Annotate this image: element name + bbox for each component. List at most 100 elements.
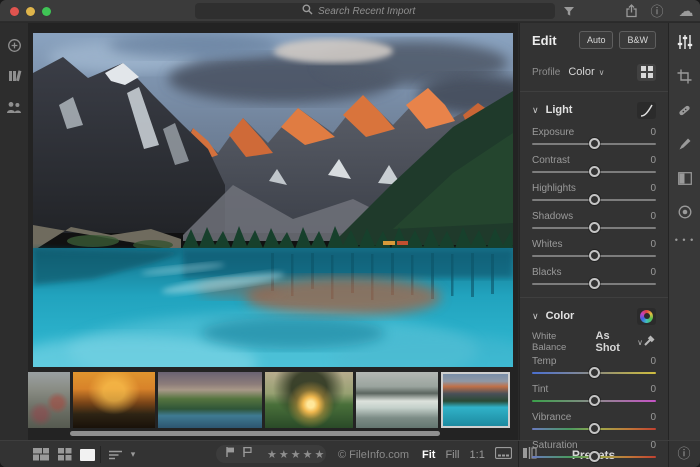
photo-grid-view-icon[interactable] xyxy=(30,441,52,467)
vibrance-slider-knob[interactable] xyxy=(589,423,600,434)
crop-icon[interactable] xyxy=(669,61,700,91)
slider-temp: Temp 0 xyxy=(532,355,656,378)
filmstrip-thumbnail-rocky-path[interactable] xyxy=(28,372,70,428)
my-photos-icon[interactable] xyxy=(0,62,28,90)
vibrance-slider[interactable] xyxy=(532,423,656,434)
watermark-text: © FileInfo.com xyxy=(338,441,409,467)
contrast-slider-knob[interactable] xyxy=(589,166,600,177)
detail-view-icon-active[interactable] xyxy=(76,441,98,467)
filter-funnel-icon[interactable] xyxy=(560,0,578,22)
shadows-slider[interactable] xyxy=(532,222,656,233)
slider-exposure: Exposure0 xyxy=(532,126,656,149)
edit-sliders-icon-active[interactable] xyxy=(669,27,700,57)
color-mixer-icon[interactable] xyxy=(637,308,656,325)
exposure-slider[interactable] xyxy=(532,138,656,149)
slider-label: Temp xyxy=(532,356,556,367)
slider-value: 0 xyxy=(650,183,656,194)
temp-slider[interactable] xyxy=(532,367,656,378)
exposure-slider-knob[interactable] xyxy=(589,138,600,149)
info-icon[interactable]: ⓘ xyxy=(648,0,666,22)
star-rating[interactable]: ★★★★★ xyxy=(267,448,326,461)
contrast-slider[interactable] xyxy=(532,166,656,177)
saturation-slider[interactable] xyxy=(532,451,656,462)
cloud-sync-icon[interactable]: ☁ xyxy=(675,0,697,22)
zoom-fill-button[interactable]: Fill xyxy=(445,449,459,461)
slider-value: 0 xyxy=(650,239,656,250)
slider-blacks: Blacks 0 xyxy=(532,266,656,289)
close-window-button[interactable] xyxy=(10,7,19,16)
filmstrip-toggle-icon[interactable] xyxy=(495,446,512,464)
slider-value: 0 xyxy=(650,211,656,222)
slider-value: 0 xyxy=(650,384,656,395)
tint-slider-knob[interactable] xyxy=(589,395,600,406)
radial-gradient-icon[interactable] xyxy=(669,197,700,227)
blacks-slider-knob[interactable] xyxy=(589,278,600,289)
filmstrip-thumbnail-tree-sunburst[interactable] xyxy=(265,372,353,428)
slider-tint: Tint 0 xyxy=(532,383,656,406)
zoom-window-button[interactable] xyxy=(42,7,51,16)
share-icon[interactable] xyxy=(622,0,640,22)
slider-label: Blacks xyxy=(532,267,561,278)
search-field[interactable] xyxy=(195,3,555,19)
slider-value: 0 xyxy=(650,356,656,367)
people-icon[interactable] xyxy=(0,93,28,121)
temp-slider-knob[interactable] xyxy=(589,367,600,378)
pick-flag-icon[interactable] xyxy=(225,445,236,463)
zoom-one-to-one-button[interactable]: 1:1 xyxy=(470,449,485,461)
slider-value: 0 xyxy=(650,267,656,278)
color-section-header[interactable]: ∨ Color xyxy=(532,306,656,326)
slider-label: Shadows xyxy=(532,211,573,222)
slider-whites: Whites 0 xyxy=(532,238,656,261)
saturation-slider-knob[interactable] xyxy=(589,451,600,462)
white-balance-dropdown[interactable]: As Shot xyxy=(596,330,634,354)
bw-button[interactable]: B&W xyxy=(619,31,656,49)
sort-dropdown-chevron-icon[interactable]: ▾ xyxy=(126,441,140,467)
blacks-slider[interactable] xyxy=(532,278,656,289)
filmstrip-thumbnail-waterfall[interactable] xyxy=(356,372,438,428)
filmstrip-thumbnail-green-valley[interactable] xyxy=(158,372,262,428)
light-section-header[interactable]: ∨ Light xyxy=(532,100,656,120)
shadows-slider-knob[interactable] xyxy=(589,222,600,233)
zoom-fit-button[interactable]: Fit xyxy=(422,449,435,461)
slider-value: 0 xyxy=(650,155,656,166)
auto-button[interactable]: Auto xyxy=(579,31,614,49)
filmstrip-scrollbar[interactable] xyxy=(70,431,440,436)
profile-chevron-icon: ∨ xyxy=(599,68,605,77)
right-tool-rail: • • • xyxy=(668,23,700,440)
profile-label: Profile xyxy=(532,67,560,78)
linear-gradient-icon[interactable] xyxy=(669,163,700,193)
tone-curve-icon[interactable] xyxy=(637,102,656,119)
healing-brush-icon[interactable] xyxy=(669,95,700,125)
slider-value: 0 xyxy=(650,440,656,451)
slider-label: Whites xyxy=(532,239,563,250)
main-photo[interactable] xyxy=(33,33,513,367)
lightroom-window: ⓘ ☁ xyxy=(0,0,700,467)
filmstrip-thumbnail-orange-sunset[interactable] xyxy=(73,372,155,428)
whites-slider[interactable] xyxy=(532,250,656,261)
minimize-window-button[interactable] xyxy=(26,7,35,16)
whites-slider-knob[interactable] xyxy=(589,250,600,261)
highlights-slider-knob[interactable] xyxy=(589,194,600,205)
slider-contrast: Contrast 0 xyxy=(532,154,656,177)
slider-highlights: Highlights0 xyxy=(532,182,656,205)
reject-flag-icon[interactable] xyxy=(242,445,253,463)
help-info-icon[interactable]: ⓘ xyxy=(668,440,700,467)
profile-browser-icon[interactable] xyxy=(637,64,656,81)
eyedropper-icon[interactable] xyxy=(643,334,656,350)
slider-shadows: Shadows 0 xyxy=(532,210,656,233)
slider-label: Tint xyxy=(532,384,548,395)
profile-value-dropdown[interactable]: Color xyxy=(568,66,594,78)
search-input[interactable] xyxy=(318,6,448,17)
brush-icon[interactable] xyxy=(669,129,700,159)
sort-icon[interactable] xyxy=(106,441,126,467)
tint-slider[interactable] xyxy=(532,395,656,406)
square-grid-view-icon[interactable] xyxy=(54,441,76,467)
slider-vibrance: Vibrance0 xyxy=(532,411,656,434)
slider-label: Contrast xyxy=(532,155,570,166)
left-rail xyxy=(0,23,28,440)
add-photos-icon[interactable] xyxy=(0,31,28,59)
more-tools-icon[interactable]: • • • xyxy=(669,231,700,249)
filmstrip-thumbnail-moraine-lake-selected[interactable] xyxy=(441,372,510,428)
slider-label: Vibrance xyxy=(532,412,571,423)
highlights-slider[interactable] xyxy=(532,194,656,205)
